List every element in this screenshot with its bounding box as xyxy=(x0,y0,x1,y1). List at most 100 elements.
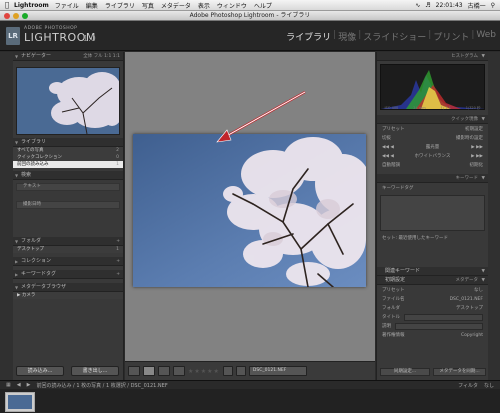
metadata-title-row[interactable]: タイトル xyxy=(380,313,485,321)
find-header[interactable]: ▼ 検索 xyxy=(13,171,123,180)
folder-desktop[interactable]: デスクトップ 1 xyxy=(13,246,123,253)
menu-view[interactable]: 表示 xyxy=(198,1,210,10)
filmstrip xyxy=(0,389,500,413)
metadata-browser-header[interactable]: ▼ メタデータブラウザ xyxy=(13,283,123,292)
module-picker: ライブラリ | 現像 | スライドショー | プリント | Web xyxy=(286,30,496,43)
menu-photo[interactable]: 写真 xyxy=(142,1,154,10)
lr-logo: LR xyxy=(6,27,20,45)
filmstrip-grid-icon[interactable]: ▦ xyxy=(6,382,11,388)
qd-crop-row[interactable]: 切抜 撮影時の設定 xyxy=(380,134,485,142)
collections-header[interactable]: ▶ コレクション + xyxy=(13,257,123,266)
filter-label: フィルタ xyxy=(458,382,478,389)
keyword-tags-label: キーワードタグ xyxy=(382,186,414,191)
find-text-row[interactable]: テキスト xyxy=(16,183,120,191)
module-slideshow[interactable]: スライドショー xyxy=(363,30,426,43)
loupe-view[interactable] xyxy=(125,52,375,361)
navigator-header[interactable]: ▼ ナビゲーター 全体 フル 1:1 1:1 xyxy=(13,52,123,61)
catalog-last-import[interactable]: 前回の読み込み 1 xyxy=(13,161,123,168)
compare-view-icon[interactable] xyxy=(158,366,170,376)
filmstrip-thumbnail[interactable] xyxy=(5,392,35,412)
apple-menu-icon[interactable]:  xyxy=(0,1,14,9)
keyword-set-row[interactable]: セット: 最近使用したキーワード xyxy=(380,234,485,242)
grid-view-icon[interactable] xyxy=(128,366,140,376)
survey-view-icon[interactable] xyxy=(173,366,185,376)
metadata-preset-row[interactable]: プリセット なし xyxy=(380,286,485,294)
import-button[interactable]: 読み込み... xyxy=(16,366,64,376)
toolbar-filename: DSC_0121.NEF xyxy=(248,366,307,376)
menu-file[interactable]: ファイル xyxy=(55,1,79,10)
window-titlebar: Adobe Photoshop Lightroom - ライブラリ xyxy=(0,11,500,21)
filmstrip-info[interactable]: 前回の読み込み / 1 枚の写真 / 1 枚選択 / DSC_0121.NEF xyxy=(36,382,167,389)
annotation-arrow-icon xyxy=(216,90,306,143)
loupe-view-icon[interactable] xyxy=(143,366,155,376)
menu-edit[interactable]: 編集 xyxy=(86,1,98,10)
rating-stars[interactable]: ★★★★★ xyxy=(188,368,220,375)
qd-auto-row[interactable]: 自動階調 初期化 xyxy=(380,161,485,169)
wifi-icon[interactable]: ∿ xyxy=(415,2,420,9)
catalog-quick-collection[interactable]: クイックコレクション 0 xyxy=(13,154,123,161)
module-develop[interactable]: 現像 xyxy=(338,30,356,43)
minimize-window-button[interactable] xyxy=(13,13,19,19)
left-panel-collapse-bar[interactable] xyxy=(0,52,13,380)
menubar-user[interactable]: 古橋一 xyxy=(468,1,486,10)
sync-metadata-button[interactable]: メタデータを同期... xyxy=(433,368,486,376)
navigator-preview[interactable] xyxy=(16,67,120,135)
close-window-button[interactable] xyxy=(4,13,10,19)
volume-icon[interactable]: ♬ xyxy=(425,2,430,9)
find-date-row[interactable]: 撮影日時 xyxy=(16,201,120,209)
metadata-header[interactable]: 初期設定 メタデータ ▼ xyxy=(377,276,488,285)
filmstrip-back-icon[interactable]: ◀ xyxy=(17,382,21,388)
lightroom-app: LR ADOBE PHOTOSHOP LIGHTROOM 1.0 ライブラリ | … xyxy=(0,21,500,413)
left-panel: ▼ ナビゲーター 全体 フル 1:1 1:1 ▼ ライブラリ すべての写真 2 クイック… xyxy=(13,52,124,380)
cherry-blossom-thumb xyxy=(49,72,119,134)
metadata-copyright-row[interactable]: 著作権情報 Copyright xyxy=(380,331,485,339)
histogram-info: ISO 400 24 mm f / 7.1 1/320 秒 xyxy=(384,106,481,110)
identity-plate: LR ADOBE PHOTOSHOP LIGHTROOM 1.0 ライブラリ | … xyxy=(0,21,500,51)
metadata-caption-field[interactable] xyxy=(395,322,483,330)
metadata-folder-row: フォルダ デスクトップ xyxy=(382,306,483,311)
metadata-caption-row[interactable]: 説明 xyxy=(380,322,485,330)
sync-settings-button[interactable]: 同期設定... xyxy=(380,368,430,376)
qd-wb-row[interactable]: ◀◀ ◀ ホワイトバランス ▶ ▶▶ xyxy=(380,152,485,160)
catalog-list: すべての写真 2 クイックコレクション 0 前回の読み込み 1 xyxy=(13,147,123,168)
window-title: Adobe Photoshop Lightroom - ライブラリ xyxy=(189,12,311,19)
module-web[interactable]: Web xyxy=(476,30,496,43)
mac-menubar:  Lightroom ファイル 編集 ライブラリ 写真 メタデータ 表示 ウィ… xyxy=(0,0,500,11)
keyword-set-header[interactable]: 関連キーワード ▼ xyxy=(377,267,488,276)
export-button[interactable]: 書き出し... xyxy=(71,366,119,376)
menu-window[interactable]: ウィンドウ xyxy=(217,1,247,10)
qd-preset-row[interactable]: プリセット 初期設定 xyxy=(380,125,485,133)
folders-header[interactable]: ▼ フォルダ + xyxy=(13,237,123,246)
histogram-header[interactable]: ヒストグラム ▼ xyxy=(377,52,488,61)
module-library[interactable]: ライブラリ xyxy=(286,30,331,43)
menu-metadata[interactable]: メタデータ xyxy=(161,1,191,10)
brand-version: 1.0 xyxy=(83,34,96,43)
keyword-tags-header[interactable]: ▶ キーワードタグ + xyxy=(13,270,123,279)
keywording-header[interactable]: キーワード ▼ xyxy=(377,174,488,183)
library-header[interactable]: ▼ ライブラリ xyxy=(13,138,123,147)
menu-help[interactable]: ヘルプ xyxy=(254,1,272,10)
spotlight-icon[interactable]: ⚲ xyxy=(491,2,495,9)
menubar-clock[interactable]: 22:01:43 xyxy=(436,2,463,9)
app-menu[interactable]: Lightroom xyxy=(14,2,49,9)
rotate-left-icon[interactable] xyxy=(222,366,233,376)
histogram xyxy=(380,64,485,110)
library-toolbar: ★★★★★ DSC_0121.NEF xyxy=(125,361,375,380)
metadata-filename-row: ファイル名 DSC_0121.NEF xyxy=(382,296,483,303)
qd-exposure-row[interactable]: ◀◀ ◀ 露光量 ▶ ▶▶ xyxy=(380,143,485,151)
menu-library[interactable]: ライブラリ xyxy=(105,1,135,10)
right-panel-collapse-bar[interactable] xyxy=(488,52,500,380)
module-print[interactable]: プリント xyxy=(433,30,469,43)
filmstrip-forward-icon[interactable]: ▶ xyxy=(27,382,31,388)
catalog-all-photos[interactable]: すべての写真 2 xyxy=(13,147,123,154)
histogram-graph xyxy=(381,70,484,109)
quick-develop-header[interactable]: クイック現像 ▼ xyxy=(377,115,488,124)
metadata-camera-item[interactable]: ▶ カメラ xyxy=(13,292,123,299)
filmstrip-bar: ▦ ◀ ▶ 前回の読み込み / 1 枚の写真 / 1 枚選択 / DSC_012… xyxy=(0,380,500,389)
zoom-window-button[interactable] xyxy=(22,13,28,19)
keyword-tags-field[interactable] xyxy=(380,195,485,231)
right-panel: ヒストグラム ▼ ISO 400 24 mm f / 7.1 1/320 秒 クイック現… xyxy=(376,52,488,380)
metadata-title-field[interactable] xyxy=(404,313,483,321)
rotate-right-icon[interactable] xyxy=(235,366,246,376)
filter-value[interactable]: なし xyxy=(484,382,494,389)
